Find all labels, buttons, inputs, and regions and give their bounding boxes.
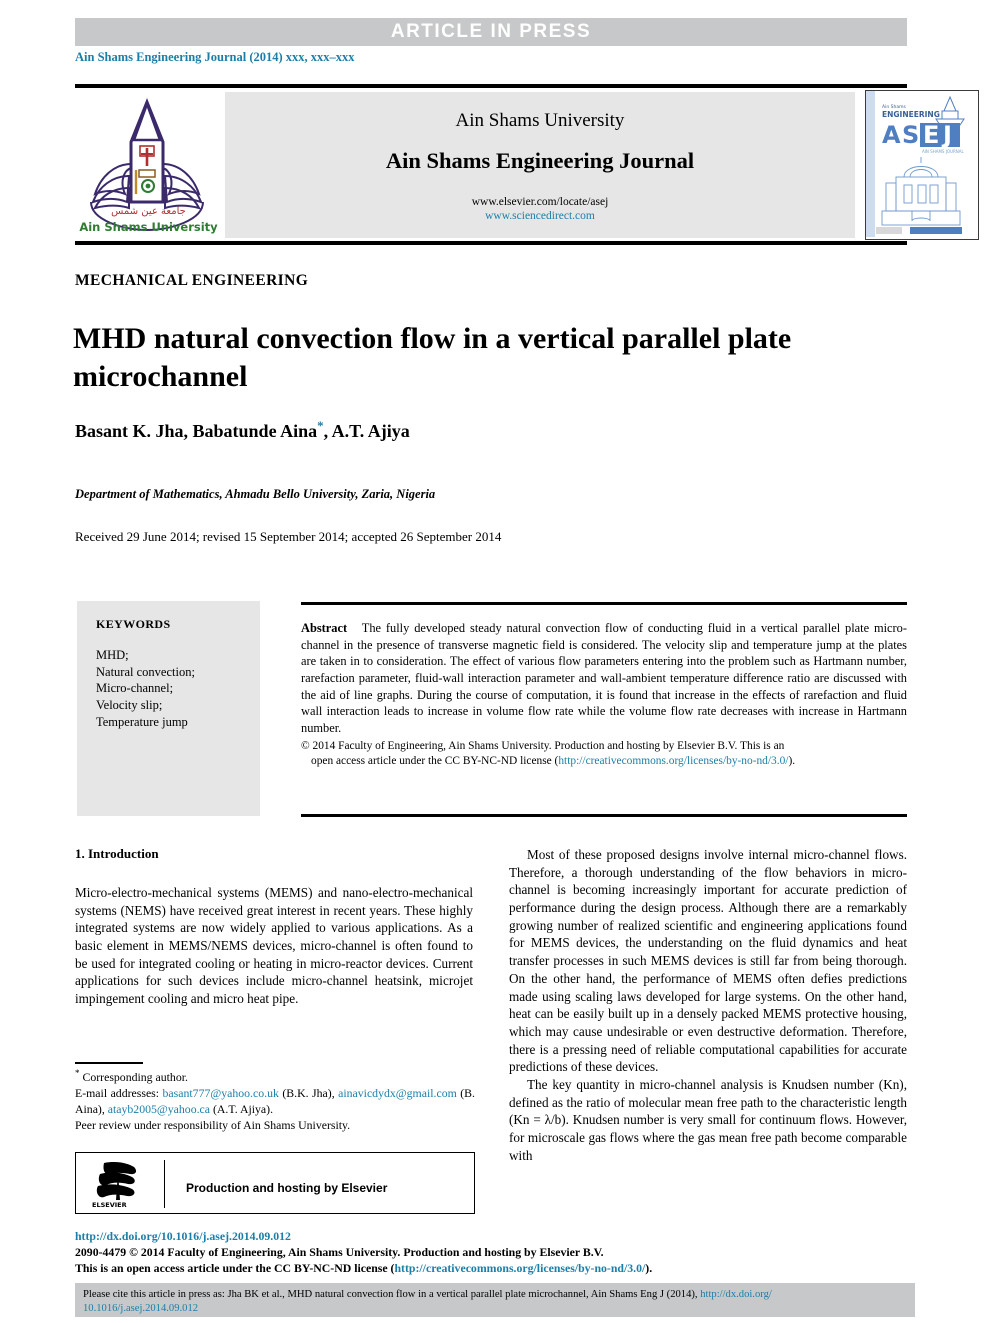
paragraph: Most of these proposed designs involve i… xyxy=(509,847,907,1075)
masthead-bottom-rule xyxy=(75,241,907,245)
masthead-university-name: Ain Shams University xyxy=(455,110,625,131)
keywords-panel: KEYWORDS MHD; Natural convection; Micro-… xyxy=(77,601,260,816)
svg-text:E: E xyxy=(923,121,939,149)
bottom-license-link[interactable]: http://creativecommons.org/licenses/by-n… xyxy=(395,1261,646,1275)
abstract-copyright: © 2014 Faculty of Engineering, Ain Shams… xyxy=(301,739,907,769)
cite-this-article-box: Please cite this article in press as: Jh… xyxy=(75,1283,915,1317)
corresponding-author-text: Corresponding author. xyxy=(82,1069,188,1084)
svg-text:AIN SHAMS JOURNAL: AIN SHAMS JOURNAL xyxy=(922,149,964,154)
elsevier-hosting-box: ELSEVIER Production and hosting by Elsev… xyxy=(75,1152,475,1214)
bottom-license-suffix: ). xyxy=(645,1261,653,1276)
logo-caption-arabic: جامعة عين شمس xyxy=(111,206,186,217)
cite-doi-link-part1[interactable]: http://dx.doi.org/ xyxy=(700,1289,772,1300)
ain-shams-university-logo: جامعة عين شمس Ain Shams University xyxy=(75,90,222,240)
keyword-item: MHD; xyxy=(96,648,129,662)
abstract-block: Abstract The fully developed steady natu… xyxy=(301,620,907,768)
masthead-journal-name: Ain Shams Engineering Journal xyxy=(385,148,695,173)
abstract-bottom-rule xyxy=(301,814,907,817)
keyword-item: Temperature jump xyxy=(96,714,188,729)
asej-cover-icon: Ain Shams ENGINEERING A S E J AIN SHAMS … xyxy=(866,91,976,237)
keywords-heading: KEYWORDS xyxy=(96,617,171,631)
svg-text:A: A xyxy=(882,121,901,149)
paragraph: Micro-electro-mechanical systems (MEMS) … xyxy=(75,885,473,1007)
article-history: Received 29 June 2014; revised 15 Septem… xyxy=(75,529,502,544)
bottom-license-prefix: This is an open access article under the… xyxy=(75,1261,395,1276)
abstract-top-rule xyxy=(301,602,907,605)
elsevier-hosting-text: Production and hosting by Elsevier xyxy=(186,1181,388,1195)
article-in-press-banner: ARTICLE IN PRESS xyxy=(75,18,907,46)
abstract-label: Abstract xyxy=(301,621,348,635)
author-affiliation: Department of Mathematics, Ahmadu Bello … xyxy=(75,487,436,501)
email-label: E-mail addresses: xyxy=(75,1086,160,1101)
bottom-license-line: This is an open access article under the… xyxy=(75,1260,915,1276)
email-link-jha[interactable]: basant777@yahoo.co.uk xyxy=(163,1086,279,1100)
section-heading-introduction: 1. Introduction xyxy=(75,846,159,861)
license-prefix: open access article under the CC BY-NC-N… xyxy=(311,754,559,767)
logo-caption-latin: Ain Shams University xyxy=(79,220,218,234)
license-link[interactable]: http://creativecommons.org/licenses/by-n… xyxy=(558,755,788,767)
email-owner-jha: (B.K. Jha), xyxy=(282,1086,335,1101)
article-in-press-label: ARTICLE IN PRESS xyxy=(390,21,592,42)
journal-masthead: جامعة عين شمس Ain Shams University Ain S… xyxy=(75,90,979,240)
elsevier-tree-icon: ELSEVIER xyxy=(92,1162,137,1209)
subject-area-kicker: MECHANICAL ENGINEERING xyxy=(75,272,309,289)
asterisk-icon: * xyxy=(75,1068,80,1078)
university-crest-icon xyxy=(90,97,204,232)
elsevier-wordmark: ELSEVIER xyxy=(92,1201,127,1208)
masthead-elsevier-url[interactable]: www.elsevier.com/locate/asej xyxy=(225,196,855,208)
keyword-item: Natural convection; xyxy=(96,664,195,679)
svg-text:J: J xyxy=(941,121,952,149)
cite-doi-link-part2[interactable]: 10.1016/j.asej.2014.09.012 xyxy=(83,1303,198,1314)
masthead-center-panel: Ain Shams University Ain Shams Engineeri… xyxy=(225,92,855,238)
footnote-block: * Corresponding author. E-mail addresses… xyxy=(75,1067,475,1134)
masthead-top-rule xyxy=(75,84,907,88)
doi-link[interactable]: http://dx.doi.org/10.1016/j.asej.2014.09… xyxy=(75,1228,915,1244)
cite-text: Please cite this article in press as: Jh… xyxy=(83,1289,701,1300)
email-owner-ajiya: (A.T. Ajiya). xyxy=(212,1102,274,1117)
author-list: Basant K. Jha, Babatunde Aina*, A.T. Aji… xyxy=(75,418,875,442)
peer-review-note: Peer review under responsibility of Ain … xyxy=(75,1118,351,1133)
elsevier-box-divider xyxy=(164,1160,166,1208)
keyword-item: Micro-channel; xyxy=(96,681,174,696)
body-column-right: Most of these proposed designs involve i… xyxy=(509,846,907,1164)
author-names-tail: , A.T. Ajiya xyxy=(323,421,410,441)
masthead-sciencedirect-url[interactable]: www.sciencedirect.com xyxy=(225,210,855,222)
license-suffix: ). xyxy=(788,754,796,767)
page-title: MHD natural convection flow in a vertica… xyxy=(73,322,792,394)
running-head: Ain Shams Engineering Journal (2014) xxx… xyxy=(75,50,355,64)
body-column-left: 1. Introduction Micro-electro-mechanical… xyxy=(75,846,473,1008)
email-addresses-note: E-mail addresses: basant777@yahoo.co.uk … xyxy=(75,1085,475,1117)
svg-text:ENGINEERING: ENGINEERING xyxy=(882,110,940,119)
journal-cover-thumbnail: Ain Shams ENGINEERING A S E J AIN SHAMS … xyxy=(865,90,979,240)
doi-license-block: http://dx.doi.org/10.1016/j.asej.2014.09… xyxy=(75,1228,915,1276)
paragraph: The key quantity in micro-channel analys… xyxy=(509,1076,907,1163)
corresponding-author-note: * Corresponding author. xyxy=(75,1067,475,1085)
email-link-ajiya[interactable]: atayb2005@yahoo.ca xyxy=(108,1102,210,1116)
copyright-text: © 2014 Faculty of Engineering, Ain Shams… xyxy=(301,739,785,752)
keyword-item: Velocity slip; xyxy=(96,697,163,712)
email-link-aina[interactable]: ainavicdydx@gmail.com xyxy=(338,1086,457,1100)
footnote-separator-rule xyxy=(75,1062,143,1064)
elsevier-logo: ELSEVIER xyxy=(90,1160,152,1209)
license-line: open access article under the CC BY-NC-N… xyxy=(301,754,907,769)
author-names: Basant K. Jha, Babatunde Aina xyxy=(75,421,318,441)
abstract-text: The fully developed steady natural conve… xyxy=(301,621,908,736)
issn-copyright-line: 2090-4479 © 2014 Faculty of Engineering,… xyxy=(75,1245,604,1260)
svg-text:S: S xyxy=(902,121,919,149)
paper-page: ARTICLE IN PRESS Ain Shams Engineering J… xyxy=(0,0,992,1323)
